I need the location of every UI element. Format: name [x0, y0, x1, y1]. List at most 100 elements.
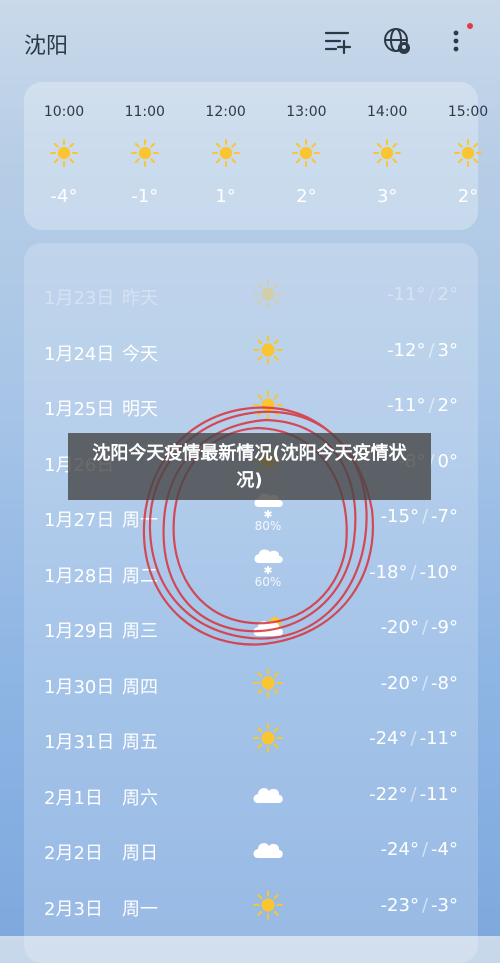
- daily-day-name: 周五: [122, 732, 158, 753]
- daily-date: 2月3日: [44, 898, 103, 920]
- temp-high: -4°: [431, 839, 458, 860]
- temp-low: -11°: [387, 284, 426, 305]
- sun-icon: [211, 139, 240, 171]
- temp-low: -20°: [380, 617, 419, 638]
- temp-low: -15°: [380, 506, 419, 527]
- daily-temps: -22° / -11°: [369, 783, 458, 805]
- hourly-time: 13:00: [286, 104, 327, 120]
- temp-low: -18°: [369, 561, 408, 583]
- hourly-temp: -4°: [50, 186, 78, 207]
- daily-temps: -15° / -7°: [380, 506, 458, 527]
- hourly-time: 11:00: [124, 104, 165, 120]
- hourly-temp: 1°: [215, 186, 236, 207]
- sun-icon: [292, 139, 321, 171]
- temp-high: -8°: [431, 672, 458, 694]
- daily-temps: -20° / -9°: [380, 617, 458, 638]
- list-add-icon[interactable]: [322, 26, 352, 56]
- hourly-time: 14:00: [367, 104, 408, 120]
- daily-day-name: 周一: [122, 898, 158, 920]
- daily-date: 1月29日: [44, 621, 115, 642]
- daily-forecast-card[interactable]: 1月23日 昨天 -11°/2° 1月24日 今天 -12°/3° 1月25日 …: [24, 243, 478, 963]
- hourly-time: 10:00: [43, 104, 85, 120]
- temp-high: -3°: [431, 894, 458, 916]
- cloud-icon: [250, 779, 286, 809]
- sun-icon: [250, 723, 286, 753]
- daily-day-name: 今天: [122, 343, 158, 365]
- daily-day-name: 周六: [122, 787, 158, 809]
- daily-row[interactable]: 1月24日 今天 -12°/3°: [24, 323, 478, 379]
- sun-icon: [130, 139, 159, 171]
- sun-icon: [250, 334, 286, 365]
- daily-date: 1月24日: [44, 343, 115, 365]
- precip-chance: 60%: [254, 574, 282, 589]
- top-bar: 沈阳: [0, 0, 500, 82]
- hourly-temp: 2°: [296, 186, 317, 207]
- daily-temps: -12°/3°: [387, 339, 458, 361]
- daily-temps: -11°/2°: [387, 284, 458, 305]
- temp-high: -10°: [419, 561, 458, 583]
- daily-row[interactable]: 2月1日 周六 -22° / -11°: [24, 767, 478, 823]
- temp-low: -24°: [369, 728, 408, 749]
- daily-row[interactable]: 1月28日 周二 ✱ 60% -18° / -10°: [24, 545, 478, 601]
- temp-low: -20°: [380, 672, 419, 694]
- daily-temps: -24° / -4°: [380, 839, 458, 860]
- temp-high: -7°: [431, 506, 458, 527]
- hourly-time: 12:00: [205, 104, 246, 120]
- temp-low: -22°: [369, 783, 408, 805]
- temp-high: 0°: [437, 450, 458, 472]
- temp-low: -11°: [387, 395, 426, 416]
- partly-cloudy-icon: [250, 612, 286, 642]
- daily-date: 1月25日: [44, 399, 115, 420]
- daily-row[interactable]: 2月2日 周日 -24° / -4°: [24, 822, 478, 878]
- more-vertical-icon[interactable]: [444, 26, 468, 56]
- temp-high: 2°: [437, 395, 458, 416]
- daily-day-name: 明天: [122, 399, 158, 420]
- sun-icon: [454, 139, 482, 171]
- daily-day-name: 周日: [122, 843, 158, 864]
- hourly-time: 15:00: [447, 104, 489, 120]
- temp-high: -11°: [419, 783, 458, 805]
- sun-icon: [250, 889, 286, 920]
- sun-icon: [373, 139, 402, 171]
- temp-low: -24°: [380, 839, 419, 860]
- daily-date: 2月2日: [44, 843, 103, 864]
- daily-row[interactable]: 1月23日 昨天 -11°/2°: [24, 267, 478, 323]
- hourly-forecast-card[interactable]: 10:00 -4° 11:00 -1° 12:00 1° 13:00 2° 14…: [24, 82, 488, 230]
- daily-day-name: 周二: [122, 565, 158, 587]
- daily-day-name: 周三: [122, 621, 158, 642]
- daily-day-name: 周一: [122, 510, 158, 531]
- temp-high: 2°: [437, 284, 458, 305]
- daily-temps: -18° / -10°: [369, 561, 458, 583]
- daily-temps: -24° / -11°: [369, 728, 458, 749]
- temp-high: -11°: [419, 728, 458, 749]
- temp-high: -9°: [431, 617, 458, 638]
- precip-chance: 80%: [254, 519, 282, 533]
- daily-temps: -20° / -8°: [380, 672, 458, 694]
- globe-location-icon[interactable]: [382, 26, 412, 56]
- daily-date: 1月28日: [44, 565, 115, 587]
- temp-low: -23°: [380, 894, 419, 916]
- notification-dot: [467, 23, 473, 29]
- sun-icon: [250, 279, 286, 309]
- daily-date: 1月27日: [44, 510, 115, 531]
- sun-icon: [250, 667, 286, 698]
- temp-high: 3°: [437, 339, 458, 361]
- daily-row[interactable]: 1月30日 周四 -20° / -8°: [24, 656, 478, 712]
- daily-row[interactable]: 1月29日 周三 -20° / -9°: [24, 600, 478, 656]
- cloud-icon: [250, 834, 286, 864]
- daily-row[interactable]: 1月25日 明天 -11°/2°: [24, 378, 478, 434]
- news-headline-banner[interactable]: 沈阳今天疫情最新情况(沈阳今天疫情状况): [68, 433, 431, 500]
- daily-day-name: 周四: [122, 676, 158, 698]
- daily-day-name: 昨天: [122, 288, 158, 309]
- daily-date: 2月1日: [44, 787, 103, 809]
- daily-row[interactable]: 2月3日 周一 -23° / -3°: [24, 878, 478, 934]
- daily-row[interactable]: 1月31日 周五 -24° / -11°: [24, 711, 478, 767]
- city-title[interactable]: 沈阳: [24, 28, 68, 60]
- daily-temps: -11°/2°: [387, 395, 458, 416]
- daily-temps: -23° / -3°: [380, 894, 458, 916]
- daily-date: 1月31日: [44, 732, 115, 753]
- snow-icon: ✱: [250, 547, 286, 577]
- hourly-temp: -1°: [131, 186, 159, 207]
- hourly-temp: 2°: [457, 186, 479, 207]
- temp-low: -12°: [387, 339, 426, 361]
